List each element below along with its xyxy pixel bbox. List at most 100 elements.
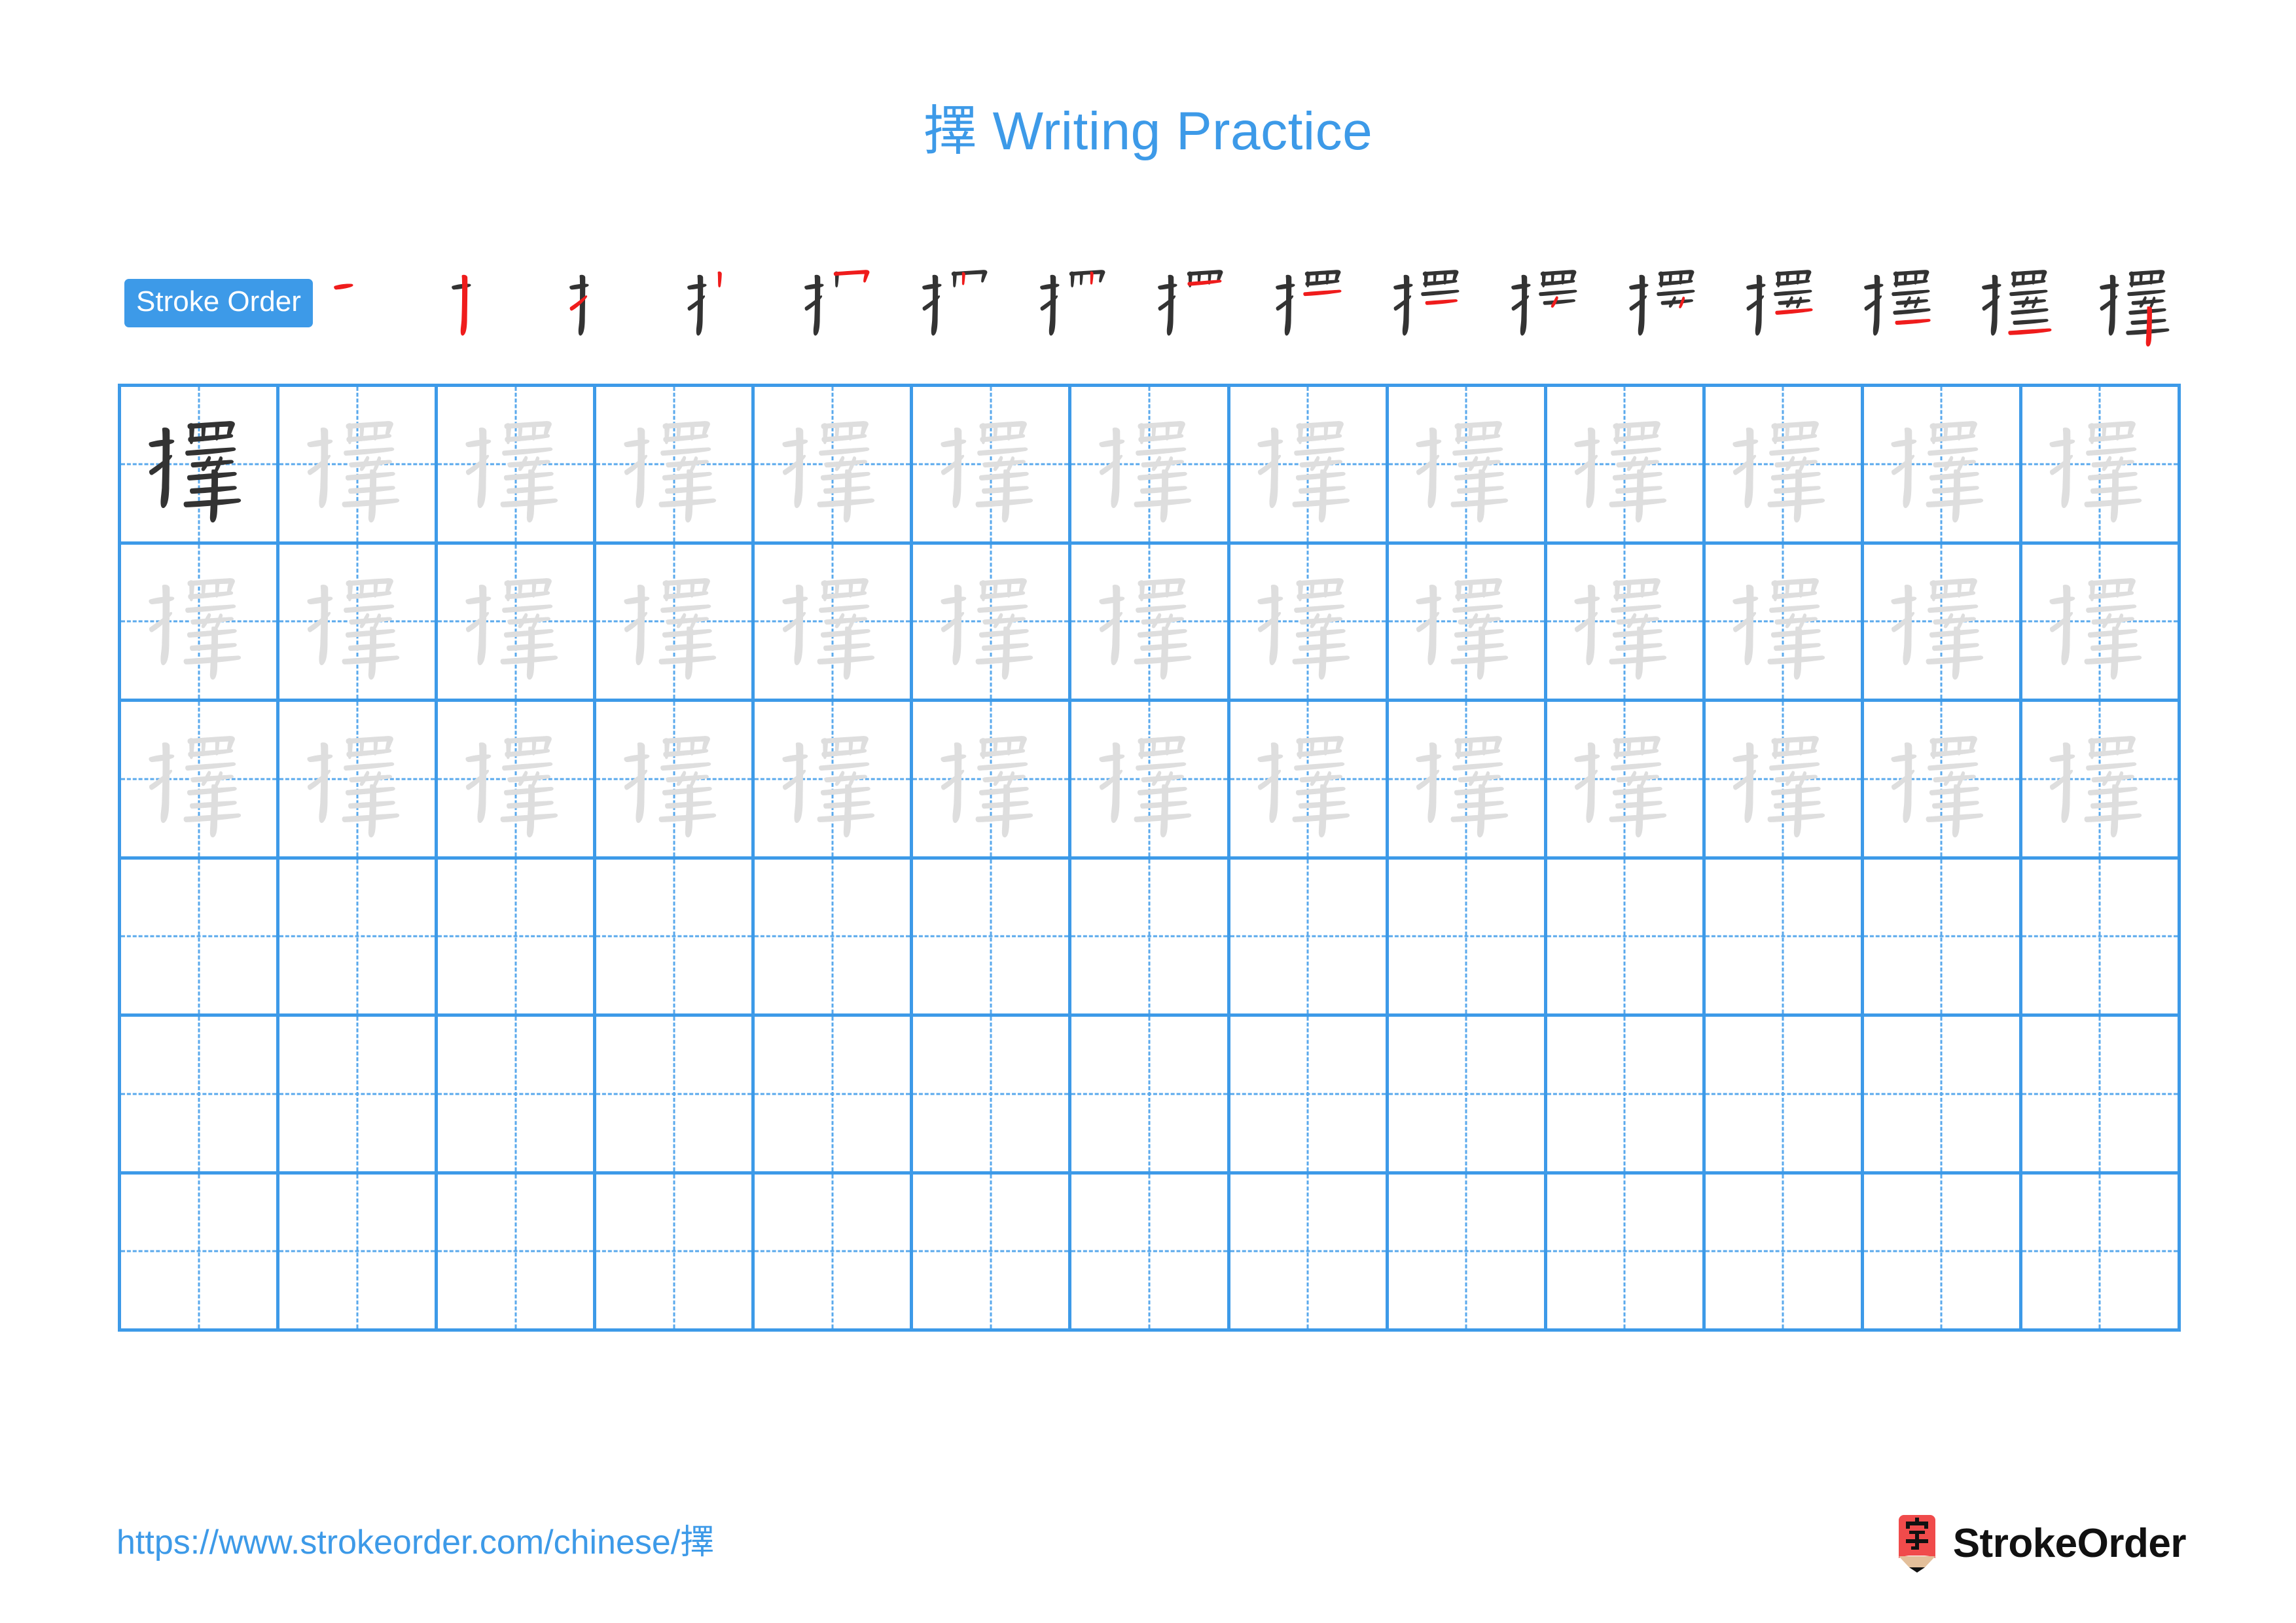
practice-cell[interactable] [1547,702,1706,860]
cell-horizontal-guide [596,1093,752,1095]
cell-vertical-guide [1623,1174,1626,1328]
cell-vertical-guide [1148,1174,1151,1328]
practice-cell[interactable] [121,859,280,1017]
practice-cell[interactable] [279,1174,439,1332]
practice-cell[interactable] [1705,544,1864,702]
practice-cell[interactable] [279,544,439,702]
practice-cell[interactable] [1230,859,1389,1017]
cell-horizontal-guide [1388,1093,1544,1095]
practice-cell[interactable] [279,1017,439,1175]
practice-cell[interactable] [1388,1017,1547,1175]
cell-horizontal-guide [596,935,752,938]
practice-cell[interactable] [1863,387,2022,545]
practice-cell[interactable] [1388,859,1547,1017]
practice-cell[interactable] [913,1017,1072,1175]
practice-cell[interactable] [2022,1174,2181,1332]
practice-cell[interactable] [438,387,597,545]
practice-cell[interactable] [1230,1017,1389,1175]
practice-cell[interactable] [1705,387,1864,545]
model-character [121,387,276,541]
practice-cell[interactable] [1547,1017,1706,1175]
practice-cell[interactable] [2022,544,2181,702]
practice-cell[interactable] [1071,387,1230,545]
practice-cell[interactable] [1388,387,1547,545]
practice-cell[interactable] [2022,702,2181,860]
cell-vertical-guide [673,1017,675,1171]
practice-cell[interactable] [1705,859,1864,1017]
practice-cell[interactable] [121,1174,280,1332]
practice-cell[interactable] [1705,1017,1864,1175]
cell-horizontal-guide [1388,1250,1544,1252]
practice-cell[interactable] [755,859,914,1017]
practice-cell[interactable] [438,544,597,702]
practice-cell[interactable] [1863,1017,2022,1175]
practice-cell[interactable] [1230,544,1389,702]
practice-cell[interactable] [755,1174,914,1332]
practice-cell[interactable] [913,1174,1072,1332]
trace-character [1071,702,1227,856]
practice-cell[interactable] [438,1174,597,1332]
practice-cell[interactable] [1388,702,1547,860]
practice-cell[interactable] [596,1017,755,1175]
cell-horizontal-guide [755,1093,910,1095]
practice-cell[interactable] [596,859,755,1017]
cell-vertical-guide [1465,1174,1467,1328]
practice-cell[interactable] [1230,387,1389,545]
practice-cell[interactable] [2022,1017,2181,1175]
practice-cell[interactable] [1547,544,1706,702]
stroke-order-step [1030,254,1126,351]
practice-cell[interactable] [1230,1174,1389,1332]
brand-logo[interactable]: StrokeOrder [1895,1512,2187,1575]
practice-cell[interactable] [438,859,597,1017]
practice-cell[interactable] [1071,702,1230,860]
practice-cell[interactable] [755,387,914,545]
cell-horizontal-guide [913,935,1069,938]
practice-cell[interactable] [121,1017,280,1175]
cell-horizontal-guide [1863,1093,2019,1095]
practice-cell[interactable] [1705,702,1864,860]
practice-cell[interactable] [1863,1174,2022,1332]
practice-cell[interactable] [121,702,280,860]
practice-cell[interactable] [755,1017,914,1175]
practice-cell[interactable] [1388,1174,1547,1332]
practice-cell[interactable] [438,1017,597,1175]
practice-cell[interactable] [596,387,755,545]
practice-cell[interactable] [1071,859,1230,1017]
practice-cell[interactable] [121,387,280,545]
stroke-order-step [1854,254,1950,351]
cell-vertical-guide [1306,1017,1309,1171]
practice-cell[interactable] [1863,859,2022,1017]
practice-cell[interactable] [596,544,755,702]
practice-cell[interactable] [596,1174,755,1332]
practice-cell[interactable] [1388,544,1547,702]
practice-cell[interactable] [1071,1017,1230,1175]
practice-cell[interactable] [2022,859,2181,1017]
trace-character [1706,387,1861,541]
practice-cell[interactable] [913,702,1072,860]
practice-cell[interactable] [1863,544,2022,702]
cell-horizontal-guide [1547,935,1702,938]
practice-cell[interactable] [1863,702,2022,860]
practice-cell[interactable] [121,544,280,702]
practice-cell[interactable] [913,544,1072,702]
cell-horizontal-guide [755,1250,910,1252]
practice-cell[interactable] [1071,544,1230,702]
practice-cell[interactable] [596,702,755,860]
practice-cell[interactable] [1547,387,1706,545]
practice-cell[interactable] [279,859,439,1017]
practice-cell[interactable] [279,387,439,545]
practice-cell[interactable] [279,702,439,860]
practice-cell[interactable] [913,859,1072,1017]
footer-url[interactable]: https://www.strokeorder.com/chinese/擇 [117,1525,714,1559]
practice-cell[interactable] [1230,702,1389,860]
practice-cell[interactable] [438,702,597,860]
practice-cell[interactable] [1071,1174,1230,1332]
practice-cell[interactable] [755,544,914,702]
brand-name: StrokeOrder [1952,1521,2187,1566]
practice-cell[interactable] [2022,387,2181,545]
practice-cell[interactable] [1705,1174,1864,1332]
practice-cell[interactable] [1547,1174,1706,1332]
practice-cell[interactable] [1547,859,1706,1017]
practice-cell[interactable] [913,387,1072,545]
practice-cell[interactable] [755,702,914,860]
